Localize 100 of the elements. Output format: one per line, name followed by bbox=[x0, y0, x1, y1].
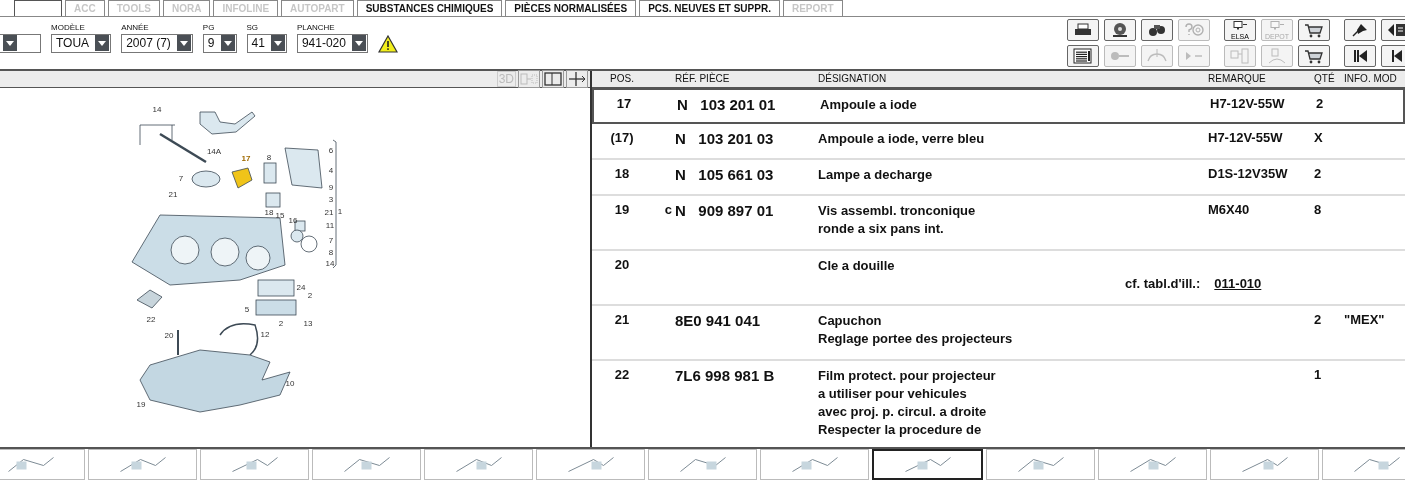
column-header: POS. bbox=[609, 73, 635, 85]
table-row[interactable]: 21 8E0 941 041 Capuchon Reglage portee des projecteurs 2 "MEX" bbox=[592, 305, 1405, 361]
table-row[interactable]: 19 c N 909 897 01 Vis assembl. tronconique ronde a six pans int. M6X40 8 bbox=[592, 195, 1405, 251]
position-cell-text: 22 bbox=[613, 366, 631, 382]
callout-number: 21 bbox=[168, 189, 178, 199]
split-view-icon[interactable] bbox=[542, 69, 564, 88]
caret-icon bbox=[3, 35, 17, 52]
dropdown[interactable]: 9 bbox=[202, 33, 237, 53]
cart-button[interactable] bbox=[1298, 18, 1330, 41]
cart-icon bbox=[1303, 21, 1325, 38]
list-button[interactable] bbox=[1067, 44, 1099, 67]
quantity-cell: 1 bbox=[1314, 366, 1322, 382]
column-header: INFO. MOD bbox=[1344, 73, 1397, 85]
print-button[interactable] bbox=[1067, 18, 1099, 41]
callout-number: 7 bbox=[328, 235, 334, 245]
diagram-thumbnail[interactable] bbox=[1322, 448, 1405, 480]
diagram-sketch-icon bbox=[1017, 456, 1064, 472]
callout-number: 10 bbox=[285, 378, 295, 388]
diagram-thumbnail[interactable] bbox=[536, 448, 645, 480]
diagram-sketch-icon bbox=[1241, 456, 1288, 472]
caret-icon bbox=[176, 35, 191, 52]
doc-back-button[interactable] bbox=[1381, 18, 1405, 41]
help-mail-icon bbox=[1183, 21, 1205, 38]
remark-cell: M6X40 bbox=[1208, 201, 1250, 217]
remark-cell: H7-12V-55W bbox=[1210, 95, 1285, 111]
dropdown[interactable]: 41 bbox=[246, 33, 287, 53]
diagram-thumbnail[interactable] bbox=[1210, 448, 1319, 480]
diagram-sketch-icon bbox=[1353, 456, 1400, 472]
diagram-sketch-icon bbox=[343, 456, 390, 472]
diagram-thumbnail[interactable] bbox=[872, 448, 983, 480]
callout-number: 20 bbox=[164, 330, 174, 340]
cart-button[interactable] bbox=[1298, 44, 1330, 67]
designation-text: Lampe a decharge bbox=[818, 165, 934, 184]
callout-number: 22 bbox=[146, 314, 156, 324]
selector-label: MODÈLE bbox=[51, 22, 86, 33]
first-button[interactable] bbox=[1344, 44, 1376, 67]
print-icon bbox=[1072, 21, 1094, 38]
position-cell-text: 18 bbox=[613, 165, 631, 181]
tab[interactable]: PCS. NEUVES ET SUPPR. bbox=[639, 0, 780, 16]
caret-icon bbox=[270, 35, 285, 52]
caret-icon bbox=[351, 35, 366, 52]
callout-number: 15 bbox=[275, 210, 285, 220]
monitor-icon bbox=[1269, 21, 1285, 32]
table-row[interactable]: (17) N 103 201 03 Ampoule a iode, verre bleu H7-12V-55W X bbox=[592, 123, 1405, 160]
callout-number: 14A bbox=[206, 146, 222, 156]
quantity-cell: X bbox=[1314, 129, 1323, 145]
dropdown[interactable]: 2007 (7) bbox=[121, 33, 193, 53]
model-info-cell: "MEX" bbox=[1344, 311, 1385, 327]
table-row[interactable]: 20 Cle a douille cf. tabl.d'ill.: 011-010 bbox=[592, 250, 1405, 306]
illustration-link[interactable]: 011-010 bbox=[1214, 274, 1262, 293]
dropdown[interactable] bbox=[0, 33, 41, 53]
selector-label: PG bbox=[202, 22, 216, 33]
diagram-sketch-icon bbox=[119, 456, 166, 472]
dropdown[interactable]: TOUA bbox=[51, 33, 112, 53]
selector-label: PLANCHE bbox=[296, 22, 336, 33]
dropdown[interactable]: 941-020 bbox=[296, 33, 368, 53]
binoculars-button[interactable] bbox=[1141, 18, 1173, 41]
callout-number: 11 bbox=[325, 220, 335, 230]
part-number-cell: 8E0 941 041 bbox=[675, 311, 761, 329]
diagram-sketch-icon bbox=[567, 456, 614, 472]
callout-number: 4 bbox=[328, 165, 334, 175]
diagram-sketch-icon bbox=[231, 456, 278, 472]
tab[interactable] bbox=[14, 0, 62, 16]
table-row[interactable]: 17 N 103 201 01 Ampoule a iode H7-12V-55W 2 bbox=[592, 87, 1405, 124]
transfer-icon bbox=[1229, 47, 1251, 64]
tab[interactable]: PIÈCES NORMALISÉES bbox=[505, 0, 637, 16]
callout-number: 6 bbox=[328, 145, 334, 155]
diagram-thumbnail[interactable] bbox=[424, 448, 533, 480]
prev-button[interactable] bbox=[1381, 44, 1405, 67]
remark-cell: D1S-12V35W bbox=[1208, 165, 1288, 181]
diagram-thumbnail[interactable] bbox=[1098, 448, 1207, 480]
designation-text: Reglage portee des projecteurs bbox=[818, 329, 1014, 348]
quantity-cell: 2 bbox=[1314, 311, 1322, 327]
callout-number: 16 bbox=[288, 215, 298, 225]
callout-number: 13 bbox=[303, 318, 313, 328]
table-row[interactable]: 22 7L6 998 981 B Film protect. pour projecteur a utiliser pour vehicules avec proj. p. circul. a droite Respecter la procedure de 1 bbox=[592, 360, 1405, 447]
callout-number: 5 bbox=[244, 304, 250, 314]
part-number-cell: N 909 897 01 bbox=[675, 201, 774, 219]
disc-button[interactable] bbox=[1104, 18, 1136, 41]
table-row[interactable]: 18 N 105 661 03 Lampe a decharge D1S-12V35W 2 bbox=[592, 159, 1405, 196]
designation-text: ronde a six pans int. bbox=[818, 219, 945, 238]
diagram-thumbnail[interactable] bbox=[986, 448, 1095, 480]
designation-text: avec proj. p. circul. a droite bbox=[818, 402, 988, 421]
tab[interactable]: SUBSTANCES CHIMIQUES bbox=[356, 0, 503, 16]
quantity-cell: 8 bbox=[1314, 201, 1322, 217]
diagram-thumbnail[interactable] bbox=[648, 448, 757, 480]
diagram-thumbnail[interactable] bbox=[760, 448, 869, 480]
diagram-sketch-icon bbox=[1129, 456, 1176, 472]
callout-number: 17 bbox=[241, 153, 251, 163]
designation-text: Respecter la procedure de bbox=[818, 420, 983, 439]
callout-number: 19 bbox=[136, 399, 146, 409]
diagram-thumbnail[interactable] bbox=[312, 448, 421, 480]
resize-icon[interactable] bbox=[566, 69, 588, 88]
diagram-thumbnail[interactable] bbox=[200, 448, 309, 480]
column-header: QTÉ bbox=[1314, 73, 1336, 85]
pin-button[interactable] bbox=[1344, 18, 1376, 41]
diagram-thumbnail[interactable] bbox=[0, 448, 85, 480]
callout-number: 14 bbox=[325, 258, 335, 268]
quantity-cell: 2 bbox=[1314, 165, 1322, 181]
diagram-thumbnail[interactable] bbox=[88, 448, 197, 480]
